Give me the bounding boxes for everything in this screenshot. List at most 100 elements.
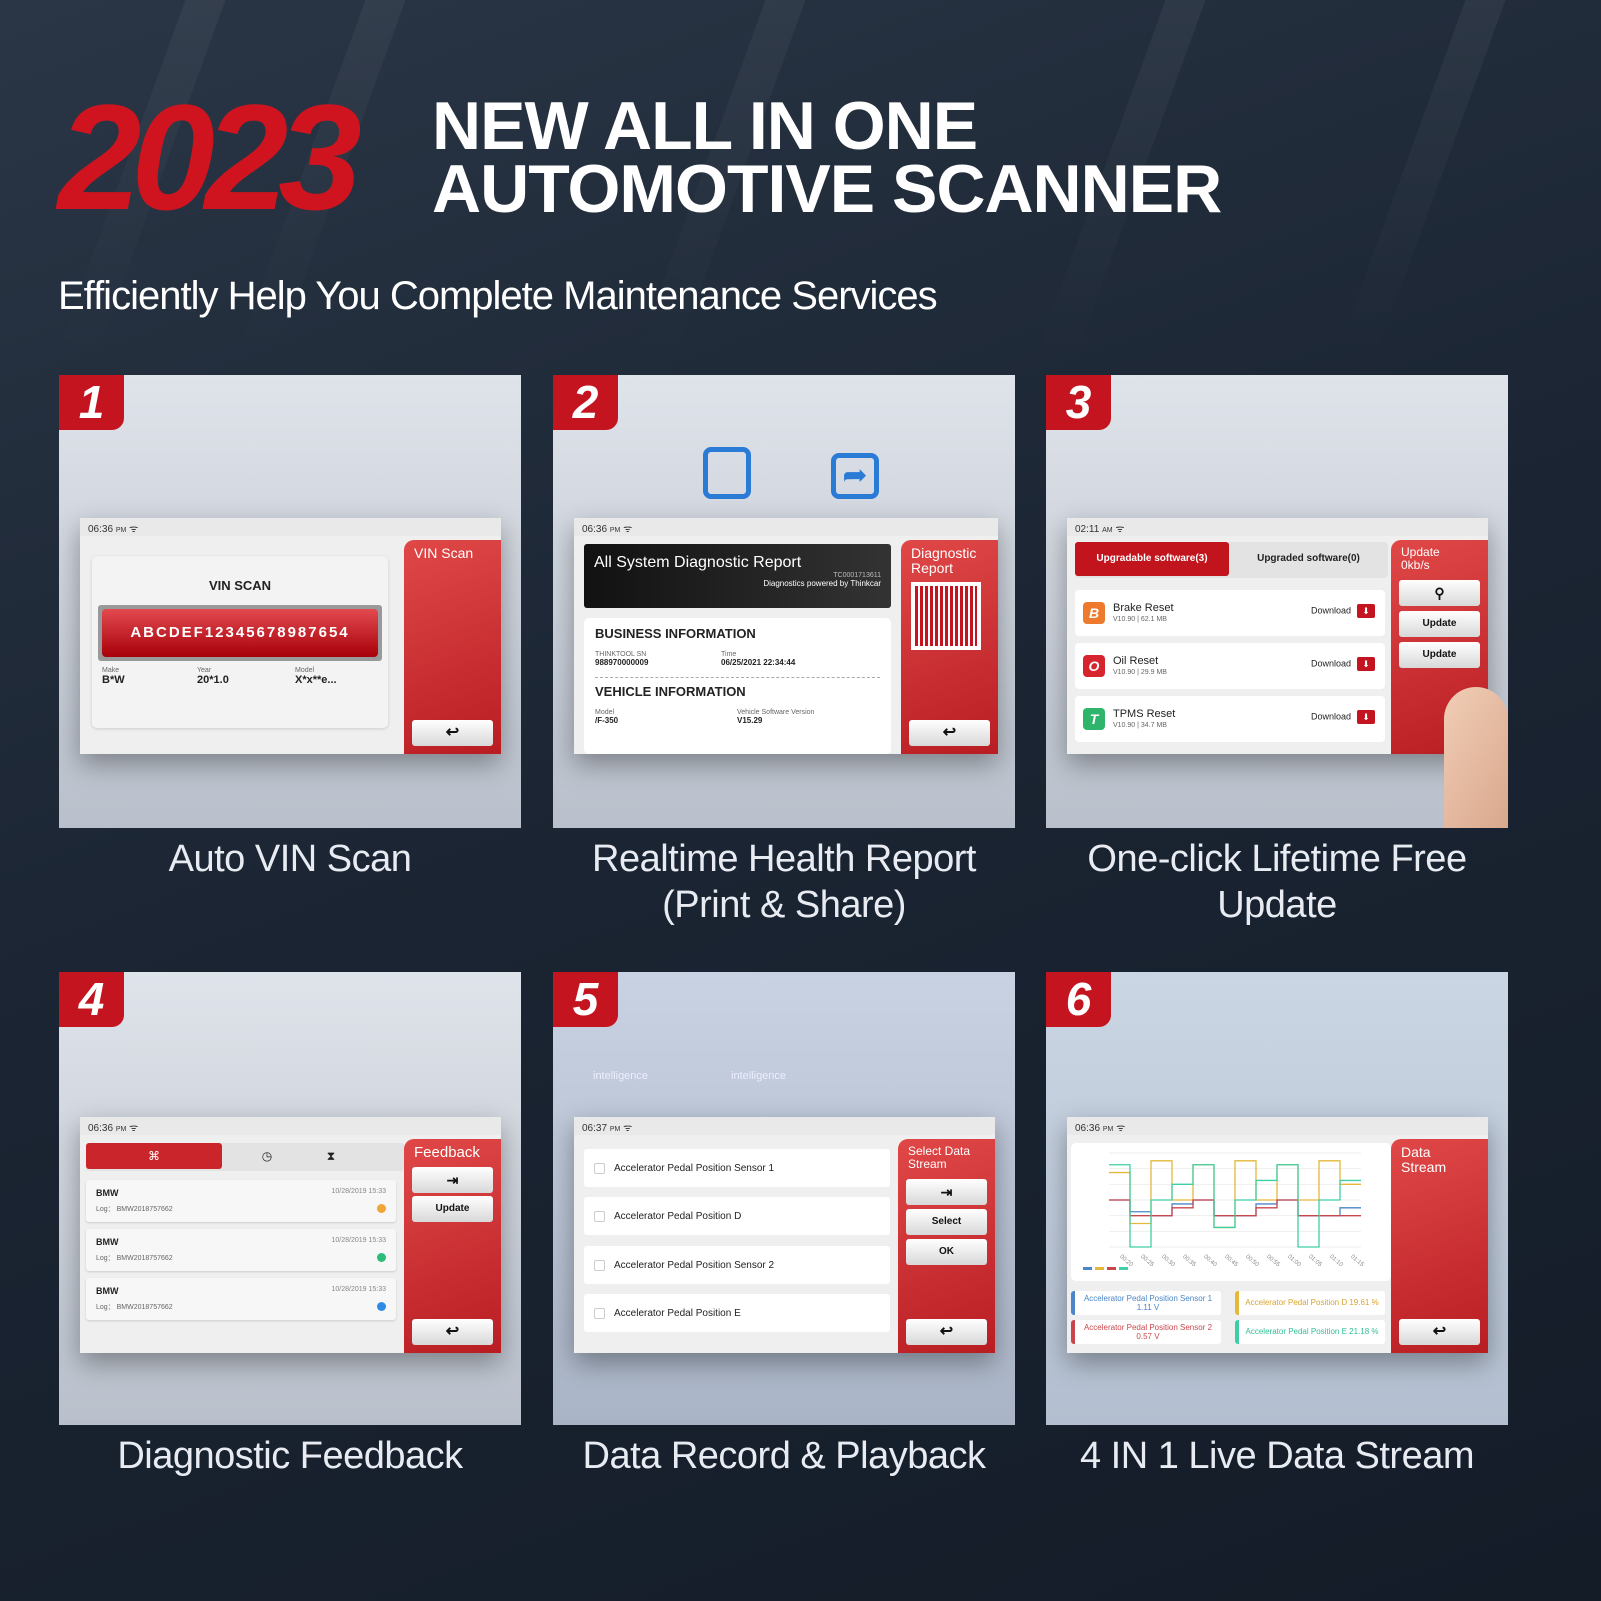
- feature-number: 2: [553, 375, 618, 430]
- feature-number: 6: [1046, 972, 1111, 1027]
- export-button[interactable]: ⇥: [412, 1167, 493, 1193]
- tab-upgradable[interactable]: Upgradable software(3): [1075, 542, 1229, 576]
- update-button[interactable]: Update: [1399, 611, 1480, 637]
- item-log: Log： BMW2018757662: [96, 1206, 173, 1213]
- back-button[interactable]: ↩: [412, 720, 493, 746]
- ampm: PM: [609, 1126, 621, 1133]
- feedback-item[interactable]: BMW 10/28/2019 15:33 Log： BMW2018757662: [86, 1278, 396, 1320]
- x-tick-label: 01:10: [1328, 1254, 1344, 1269]
- ampm: AM: [1102, 527, 1113, 534]
- item-name: Oil Reset: [1113, 655, 1159, 667]
- background-text: intelligence: [731, 1070, 787, 1082]
- ampm: PM: [609, 527, 621, 534]
- item-name: TPMS Reset: [1113, 708, 1176, 720]
- model-value: X*x**e...: [295, 674, 337, 686]
- back-arrow-icon: ↩: [942, 724, 957, 741]
- side-panel: Select Data Stream ⇥ Select OK ↩: [898, 1139, 995, 1353]
- x-tick-label: 00:50: [1244, 1254, 1260, 1269]
- item-log: Log： BMW2018757662: [96, 1255, 173, 1262]
- x-tick-label: 00:40: [1202, 1254, 1218, 1269]
- business-heading: BUSINESS INFORMATION: [595, 626, 756, 641]
- data-stream-checkbox-item[interactable]: Accelerator Pedal Position Sensor 2: [584, 1246, 890, 1284]
- search-button[interactable]: ⚲: [1399, 580, 1480, 606]
- item-date: 10/28/2019 15:33: [331, 1286, 387, 1293]
- clock: 06:36: [88, 524, 114, 535]
- feature-panel-vin-scan: 1 06:36 PM ᯤ VIN SCAN ABCDEF123456789876…: [59, 375, 521, 828]
- ampm: PM: [115, 527, 127, 534]
- legend-value: 0.57 V: [1136, 1332, 1160, 1341]
- tab-pending[interactable]: ⧗: [286, 1143, 376, 1169]
- back-arrow-icon: ↩: [445, 724, 460, 741]
- item-meta: V10.90 | 34.7 MB: [1113, 722, 1167, 729]
- live-data-chart: 00:20 00:25 00:30 00:35 00:40 00:45 00:50 00:55…: [1083, 1152, 1365, 1270]
- feedback-item[interactable]: BMW 10/28/2019 15:33 Log： BMW2018757662: [86, 1180, 396, 1222]
- tab-upgraded[interactable]: Upgraded software(0): [1229, 542, 1388, 576]
- ok-button[interactable]: OK: [906, 1239, 987, 1265]
- side-title: VIN Scan: [414, 545, 474, 561]
- screen-feedback: 06:36 PM ᯤ ⌘ ◷ ⧗ BMW 10/28/2019 15:33 Log：…: [80, 1117, 501, 1353]
- item-make: BMW: [96, 1286, 119, 1296]
- brake-app-icon: B: [1083, 602, 1105, 624]
- export-button[interactable]: ⇥: [906, 1179, 987, 1205]
- year-value: 20*1.0: [197, 674, 229, 686]
- clock-icon: ◷: [261, 1149, 273, 1163]
- update-button[interactable]: Update: [412, 1196, 493, 1222]
- back-arrow-icon: ↩: [445, 1323, 460, 1340]
- legend-swatch: [1095, 1267, 1104, 1270]
- side-title: Select Data Stream: [908, 1144, 971, 1171]
- download-button[interactable]: ⬇: [1357, 657, 1375, 671]
- model-value: /F-350: [595, 716, 619, 725]
- select-button[interactable]: Select: [906, 1209, 987, 1235]
- back-button[interactable]: ↩: [909, 720, 990, 746]
- year-label: Year: [197, 667, 212, 674]
- x-tick-label: 01:15: [1349, 1254, 1365, 1269]
- legend-sensor1: Accelerator Pedal Position Sensor 1 1.11 …: [1071, 1291, 1221, 1315]
- tab-all[interactable]: ⌘: [86, 1143, 222, 1169]
- x-tick-label: 00:20: [1118, 1254, 1134, 1269]
- feature-panel-live-data: 6 06:36 PM ᯤ 00:20 00:25 00:30 00:35 00:40 00…: [1046, 972, 1508, 1425]
- data-stream-checkbox-item[interactable]: Accelerator Pedal Position E: [584, 1294, 890, 1332]
- wifi-icon: ᯤ: [129, 524, 139, 535]
- data-stream-checkbox-item[interactable]: Accelerator Pedal Position D: [584, 1197, 890, 1235]
- report-time: 06/25/2021 22:34:44: [721, 658, 796, 667]
- sn-label: THINKTOOL SN: [595, 651, 647, 658]
- legend-position-e: Accelerator Pedal Position E 21.18 %: [1235, 1320, 1385, 1344]
- wifi-icon: ᯤ: [1115, 524, 1125, 535]
- version-value: V15.29: [737, 716, 763, 725]
- legend-sensor2: Accelerator Pedal Position Sensor 2 0.57 …: [1071, 1320, 1221, 1344]
- update-all-button[interactable]: Update: [1399, 642, 1480, 668]
- export-icon: ⇥: [446, 1172, 459, 1188]
- share-icon: ➦: [831, 453, 879, 499]
- feedback-item[interactable]: BMW 10/28/2019 15:33 Log： BMW2018757662: [86, 1229, 396, 1271]
- caption-line1: One-click Lifetime Free: [1087, 838, 1467, 880]
- item-date: 10/28/2019 15:33: [331, 1188, 387, 1195]
- data-stream-checkbox-item[interactable]: Accelerator Pedal Position Sensor 1: [584, 1149, 890, 1187]
- side-panel: VIN Scan ↩: [404, 540, 501, 754]
- download-speed: 0kb/s: [1401, 558, 1430, 572]
- back-button[interactable]: ↩: [412, 1319, 493, 1345]
- subtitle: Efficiently Help You Complete Maintenanc…: [58, 274, 938, 318]
- x-tick-label: 00:35: [1181, 1254, 1197, 1269]
- side-panel: Data Stream ↩: [1391, 1139, 1488, 1353]
- item-name: Brake Reset: [1113, 602, 1174, 614]
- tpms-app-icon: T: [1083, 708, 1105, 730]
- headline-line1: NEW ALL IN ONE: [432, 88, 978, 164]
- feature-panel-data-record: 5 intelligence intelligence 06:37 PM ᯤ A…: [553, 972, 1015, 1425]
- download-button[interactable]: ⬇: [1357, 604, 1375, 618]
- back-button[interactable]: ↩: [1399, 1319, 1480, 1345]
- feature-panel-feedback: 4 06:36 PM ᯤ ⌘ ◷ ⧗ BMW 10/28/2019 15:33 Lo…: [59, 972, 521, 1425]
- download-label: Download: [1310, 605, 1351, 616]
- model-label: Model: [295, 667, 315, 674]
- wifi-icon: ᯤ: [623, 524, 633, 535]
- x-tick-label: 00:25: [1139, 1254, 1155, 1269]
- feature-number: 5: [553, 972, 618, 1027]
- back-button[interactable]: ↩: [906, 1319, 987, 1345]
- qr-code-icon: [911, 582, 981, 650]
- powered-by: Diagnostics powered by Thinkcar: [763, 579, 881, 588]
- status-icon-message: [377, 1302, 386, 1311]
- report-title: All System Diagnostic Report: [594, 554, 802, 571]
- download-label: Download: [1310, 658, 1351, 669]
- feature-caption: Data Record & Playback: [582, 1435, 986, 1477]
- download-button[interactable]: ⬇: [1357, 710, 1375, 724]
- legend-label: Accelerator Pedal Position D 19.61 %: [1245, 1298, 1379, 1307]
